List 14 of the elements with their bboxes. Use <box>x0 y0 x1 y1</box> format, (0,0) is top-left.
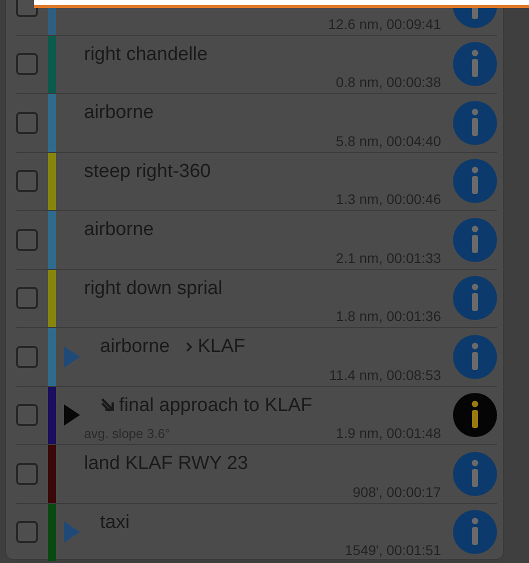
checkbox[interactable] <box>16 53 38 76</box>
checkbox[interactable] <box>16 346 38 368</box>
checkbox[interactable] <box>16 0 38 17</box>
checkbox[interactable] <box>16 521 38 544</box>
checkbox[interactable] <box>16 462 38 485</box>
expand-icon[interactable] <box>64 404 80 426</box>
checkbox[interactable] <box>16 228 38 251</box>
info-icon[interactable] <box>453 393 497 438</box>
descent-arrow-icon <box>100 397 117 414</box>
chevron-icon <box>186 342 192 352</box>
checkbox[interactable] <box>16 170 38 192</box>
checkbox[interactable] <box>16 287 38 310</box>
checkbox[interactable] <box>16 112 38 134</box>
checkbox[interactable] <box>16 404 38 426</box>
